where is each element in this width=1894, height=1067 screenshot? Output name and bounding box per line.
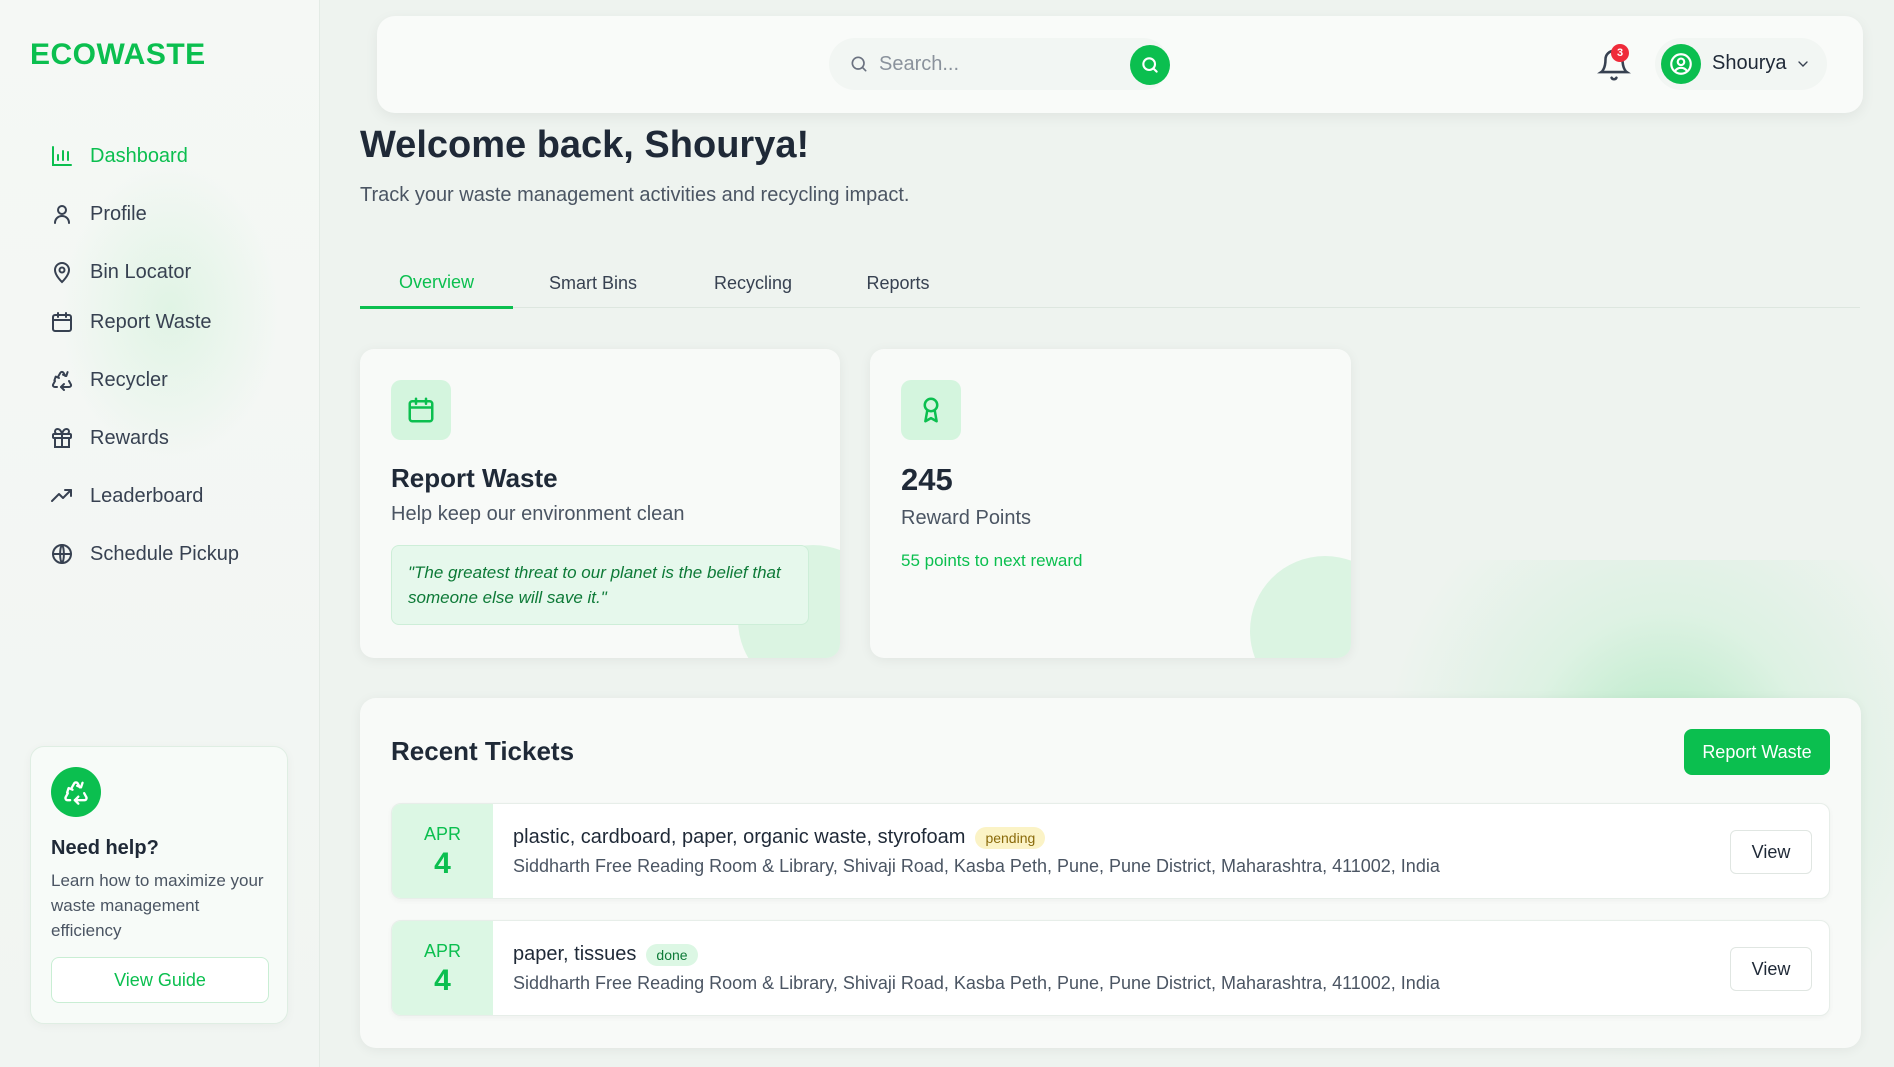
sidebar-item-schedule-pickup[interactable]: Schedule Pickup bbox=[30, 532, 290, 576]
report-waste-button[interactable]: Report Waste bbox=[1684, 729, 1830, 775]
points-label: Reward Points bbox=[901, 507, 1032, 529]
ticket-title-row: plastic, cardboard, paper, organic waste… bbox=[513, 826, 1046, 849]
ticket-day: 4 bbox=[434, 963, 451, 997]
sidebar-item-label: Report Waste bbox=[90, 310, 212, 333]
notification-badge: 3 bbox=[1611, 44, 1629, 62]
quote: "The greatest threat to our planet is th… bbox=[391, 545, 809, 625]
search-bar[interactable] bbox=[829, 38, 1169, 90]
ticket-title-row: paper, tissues done bbox=[513, 943, 698, 966]
sidebar: ECOWASTE Dashboard Profile Bin Locator R… bbox=[0, 0, 320, 1067]
sidebar-item-label: Schedule Pickup bbox=[90, 542, 239, 565]
page-subtitle: Track your waste management activities a… bbox=[360, 184, 910, 206]
user-menu[interactable]: Shourya bbox=[1655, 38, 1827, 90]
help-title: Need help? bbox=[51, 837, 159, 859]
user-name: Shourya bbox=[1712, 52, 1787, 74]
sidebar-item-label: Profile bbox=[90, 202, 147, 225]
ticket-address: Siddharth Free Reading Room & Library, S… bbox=[513, 973, 1440, 993]
sidebar-item-leaderboard[interactable]: Leaderboard bbox=[30, 474, 290, 518]
user-circle-icon bbox=[1670, 53, 1692, 75]
sidebar-item-label: Rewards bbox=[90, 426, 169, 449]
recent-tickets-panel: Recent Tickets Report Waste APR 4 plasti… bbox=[360, 698, 1861, 1048]
points-value: 245 bbox=[901, 462, 953, 497]
gift-icon bbox=[52, 427, 72, 448]
sidebar-item-recycler[interactable]: Recycler bbox=[30, 358, 290, 402]
trending-up-icon bbox=[51, 489, 72, 502]
globe-icon bbox=[52, 544, 72, 564]
sidebar-item-label: Bin Locator bbox=[90, 260, 192, 283]
sidebar-item-bin-locator[interactable]: Bin Locator bbox=[30, 250, 290, 294]
avatar bbox=[1661, 44, 1701, 84]
recycle-icon bbox=[51, 767, 101, 817]
ticket-date: APR 4 bbox=[392, 921, 493, 1015]
user-icon bbox=[54, 205, 70, 224]
search-icon bbox=[851, 56, 867, 72]
report-waste-card[interactable]: Report Waste Help keep our environment c… bbox=[360, 349, 840, 658]
recent-tickets-title: Recent Tickets bbox=[391, 736, 575, 766]
sidebar-item-label: Dashboard bbox=[90, 144, 188, 167]
tab-bar: Overview Smart Bins Recycling Reports bbox=[360, 258, 1860, 309]
page-title: Welcome back, Shourya! bbox=[360, 124, 810, 166]
award-icon bbox=[901, 380, 961, 440]
sidebar-item-report-waste[interactable]: Report Waste bbox=[30, 300, 290, 344]
view-ticket-button[interactable]: View bbox=[1730, 947, 1812, 991]
points-next-reward: 55 points to next reward bbox=[901, 551, 1083, 570]
ticket-address: Siddharth Free Reading Room & Library, S… bbox=[513, 856, 1440, 876]
calendar-icon bbox=[52, 312, 72, 332]
bar-chart-icon bbox=[52, 146, 72, 166]
ticket-title: plastic, cardboard, paper, organic waste… bbox=[513, 826, 966, 848]
tab-overview[interactable]: Overview bbox=[360, 258, 513, 309]
help-text: Learn how to maximize your waste managem… bbox=[51, 871, 264, 940]
tab-recycling[interactable]: Recycling bbox=[673, 258, 833, 308]
ticket-row[interactable]: APR 4 plastic, cardboard, paper, organic… bbox=[391, 803, 1830, 899]
ticket-day: 4 bbox=[434, 846, 451, 880]
app-logo[interactable]: ECOWASTE bbox=[30, 38, 206, 72]
sidebar-item-rewards[interactable]: Rewards bbox=[30, 416, 290, 460]
ticket-date: APR 4 bbox=[392, 804, 493, 898]
report-card-title: Report Waste bbox=[391, 463, 558, 493]
sidebar-item-profile[interactable]: Profile bbox=[30, 192, 290, 236]
ticket-month: APR bbox=[423, 940, 461, 961]
report-card-subtitle: Help keep our environment clean bbox=[391, 503, 685, 525]
map-pin-icon bbox=[53, 262, 71, 284]
top-bar: 3 Shourya bbox=[377, 16, 1863, 113]
tab-smart-bins[interactable]: Smart Bins bbox=[513, 258, 673, 308]
help-card: Need help? Learn how to maximize your wa… bbox=[30, 746, 288, 1024]
search-icon bbox=[1142, 57, 1158, 73]
tab-reports[interactable]: Reports bbox=[833, 258, 963, 308]
search-input[interactable] bbox=[879, 48, 1099, 80]
status-badge: pending bbox=[975, 826, 1046, 849]
sidebar-item-dashboard[interactable]: Dashboard bbox=[30, 134, 290, 178]
card-decoration bbox=[1250, 556, 1351, 658]
recycle-icon bbox=[51, 370, 73, 391]
search-button[interactable] bbox=[1130, 45, 1170, 85]
ticket-title: paper, tissues bbox=[513, 943, 637, 965]
reward-points-card[interactable]: 245 Reward Points 55 points to next rewa… bbox=[870, 349, 1351, 658]
sidebar-item-label: Leaderboard bbox=[90, 484, 204, 507]
sidebar-item-label: Recycler bbox=[90, 368, 168, 391]
ticket-month: APR bbox=[423, 823, 461, 844]
ticket-row[interactable]: APR 4 paper, tissues done Siddharth Free… bbox=[391, 920, 1830, 1016]
calendar-icon bbox=[391, 380, 451, 440]
view-ticket-button[interactable]: View bbox=[1730, 830, 1812, 874]
status-badge: done bbox=[646, 943, 698, 966]
chevron-down-icon bbox=[1798, 61, 1808, 67]
view-guide-button[interactable]: View Guide bbox=[51, 957, 269, 1003]
